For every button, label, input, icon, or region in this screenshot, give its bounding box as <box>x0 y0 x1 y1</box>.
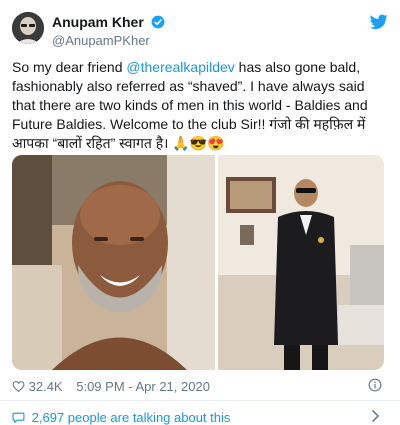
tweet-timestamp[interactable]: 5:09 PM - Apr 21, 2020 <box>76 379 210 394</box>
photo-bald-man-smiling[interactable] <box>12 155 215 370</box>
heart-icon[interactable] <box>12 380 25 393</box>
chevron-right-icon <box>372 410 379 422</box>
speech-bubble-icon <box>12 412 25 423</box>
author-display-name[interactable]: Anupam Kher <box>52 14 144 30</box>
avatar[interactable] <box>12 12 44 44</box>
verified-badge-icon <box>151 15 165 29</box>
tweet-text-part: So my dear friend <box>12 59 127 75</box>
mention-link[interactable]: @therealkapildev <box>126 59 234 75</box>
tweet-text: So my dear friend @therealkapildev has a… <box>12 58 388 153</box>
twitter-bird-icon[interactable] <box>370 14 388 30</box>
photo-man-in-suit[interactable] <box>218 155 384 370</box>
conversation-label: 2,697 people are talking about this <box>31 410 231 425</box>
like-count[interactable]: 32.4K <box>29 379 63 394</box>
divider <box>0 400 400 401</box>
author-handle[interactable]: @AnupamPKher <box>52 33 165 48</box>
info-icon[interactable] <box>368 378 382 392</box>
tweet-card: Anupam Kher @AnupamPKher So my dear frie… <box>0 0 400 425</box>
tweet-meta: 32.4K 5:09 PM - Apr 21, 2020 <box>12 378 388 396</box>
tweet-header: Anupam Kher @AnupamPKher <box>12 12 388 48</box>
author-names: Anupam Kher @AnupamPKher <box>52 13 165 48</box>
media-grid <box>12 155 384 370</box>
conversation-link[interactable]: 2,697 people are talking about this <box>12 409 388 425</box>
